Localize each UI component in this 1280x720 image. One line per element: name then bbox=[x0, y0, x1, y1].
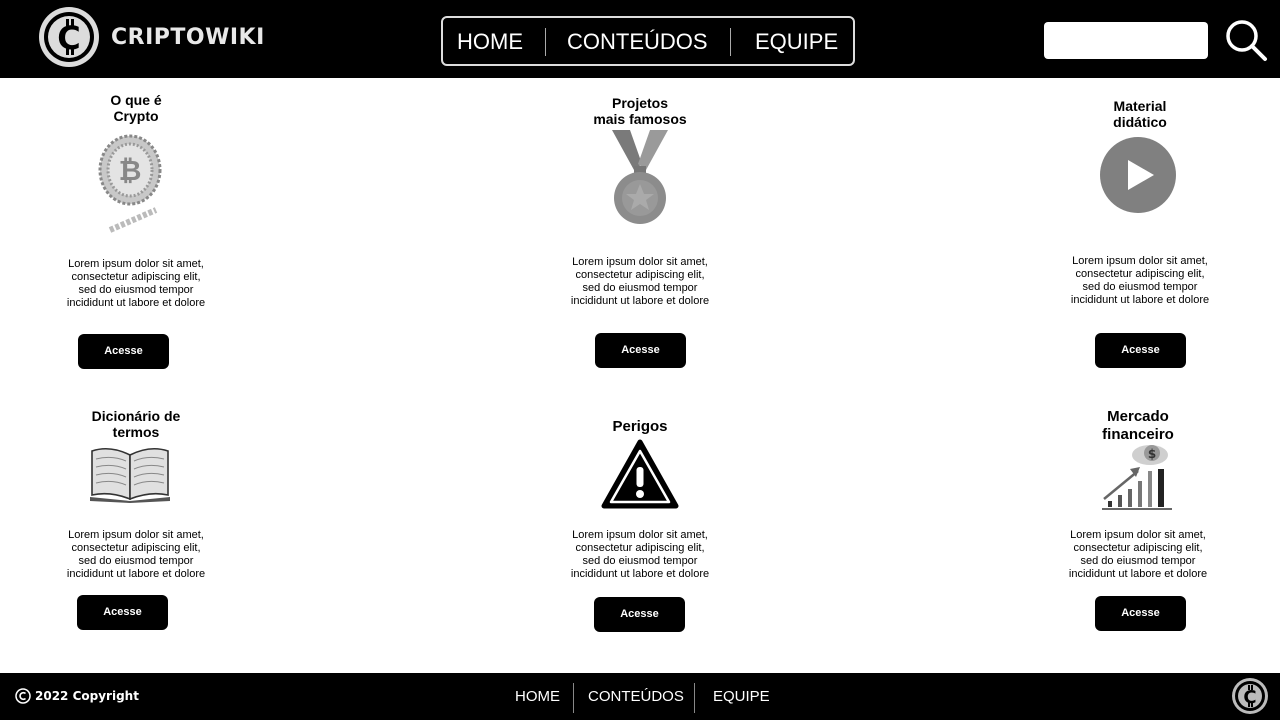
footer-nav-home[interactable]: HOME bbox=[515, 673, 560, 720]
access-button[interactable]: Acesse bbox=[77, 595, 168, 630]
finance-chart-icon: $ bbox=[1102, 445, 1172, 510]
card-famous-projects: Projetos mais famosos Lorem ipsum dolor … bbox=[520, 94, 760, 374]
card-title: Perigos bbox=[612, 418, 668, 435]
copyright-text: 2022 Copyright bbox=[35, 689, 139, 703]
svg-text:₿: ₿ bbox=[119, 154, 142, 187]
card-title: Dicionário de termos bbox=[91, 408, 181, 440]
card-description: Lorem ipsum dolor sit amet, consectetur … bbox=[1070, 255, 1210, 306]
access-button[interactable]: Acesse bbox=[1095, 596, 1186, 631]
footer-nav-divider bbox=[573, 683, 574, 713]
warning-icon bbox=[601, 439, 679, 509]
copyright-icon bbox=[15, 688, 31, 704]
card-what-is-crypto: O que é Crypto ₿ Lorem ipsum dolor sit a… bbox=[16, 90, 256, 370]
play-icon bbox=[1100, 137, 1176, 213]
header: C CRIPTOWIKI HOME CONTEÚDOS EQUIPE bbox=[0, 0, 1280, 78]
nav-divider bbox=[730, 28, 731, 56]
card-description: Lorem ipsum dolor sit amet, consectetur … bbox=[66, 529, 206, 580]
access-button[interactable]: Acesse bbox=[78, 334, 169, 369]
copyright: 2022 Copyright bbox=[15, 688, 139, 704]
logo[interactable]: C CRIPTOWIKI bbox=[37, 5, 265, 69]
footer-coin-logo-icon[interactable]: C bbox=[1231, 677, 1269, 715]
logo-text: CRIPTOWIKI bbox=[111, 24, 265, 50]
card-dictionary: Dicionário de termos Lorem ipsum dolor s… bbox=[16, 407, 256, 637]
access-button[interactable]: Acesse bbox=[1095, 333, 1186, 368]
card-description: Lorem ipsum dolor sit amet, consectetur … bbox=[570, 256, 710, 307]
access-button[interactable]: Acesse bbox=[595, 333, 686, 368]
footer-nav-conteudos[interactable]: CONTEÚDOS bbox=[588, 673, 684, 720]
medal-icon bbox=[612, 130, 668, 224]
main-nav: HOME CONTEÚDOS EQUIPE bbox=[441, 16, 855, 66]
card-description: Lorem ipsum dolor sit amet, consectetur … bbox=[66, 258, 206, 309]
footer-nav-divider bbox=[694, 683, 695, 713]
search-icon[interactable] bbox=[1224, 18, 1268, 62]
card-title: O que é Crypto bbox=[110, 92, 162, 124]
nav-equipe[interactable]: EQUIPE bbox=[755, 18, 838, 64]
card-title: Material didático bbox=[1113, 98, 1167, 130]
card-educational-material: Material didático Lorem ipsum dolor sit … bbox=[1020, 97, 1260, 377]
nav-conteudos[interactable]: CONTEÚDOS bbox=[567, 18, 708, 64]
book-icon bbox=[90, 447, 170, 503]
card-description: Lorem ipsum dolor sit amet, consectetur … bbox=[570, 529, 710, 580]
nav-home[interactable]: HOME bbox=[457, 18, 523, 64]
access-button[interactable]: Acesse bbox=[594, 597, 685, 632]
card-title: Projetos mais famosos bbox=[593, 95, 687, 127]
svg-text:$: $ bbox=[1148, 447, 1156, 461]
footer: 2022 Copyright HOME CONTEÚDOS EQUIPE bbox=[0, 673, 1280, 720]
search-input[interactable] bbox=[1044, 22, 1208, 59]
card-financial-market: Mercado financeiro $ Lorem ipsum dolor s… bbox=[1018, 407, 1258, 637]
coin-icon: ₿ bbox=[98, 134, 162, 233]
nav-divider bbox=[545, 28, 546, 56]
footer-nav-equipe[interactable]: EQUIPE bbox=[713, 673, 770, 720]
coin-logo-icon: C bbox=[39, 7, 99, 67]
card-title: Mercado financeiro bbox=[1102, 408, 1174, 443]
card-description: Lorem ipsum dolor sit amet, consectetur … bbox=[1068, 529, 1208, 580]
card-dangers: Perigos Lorem ipsum dolor sit amet, cons… bbox=[520, 418, 760, 638]
